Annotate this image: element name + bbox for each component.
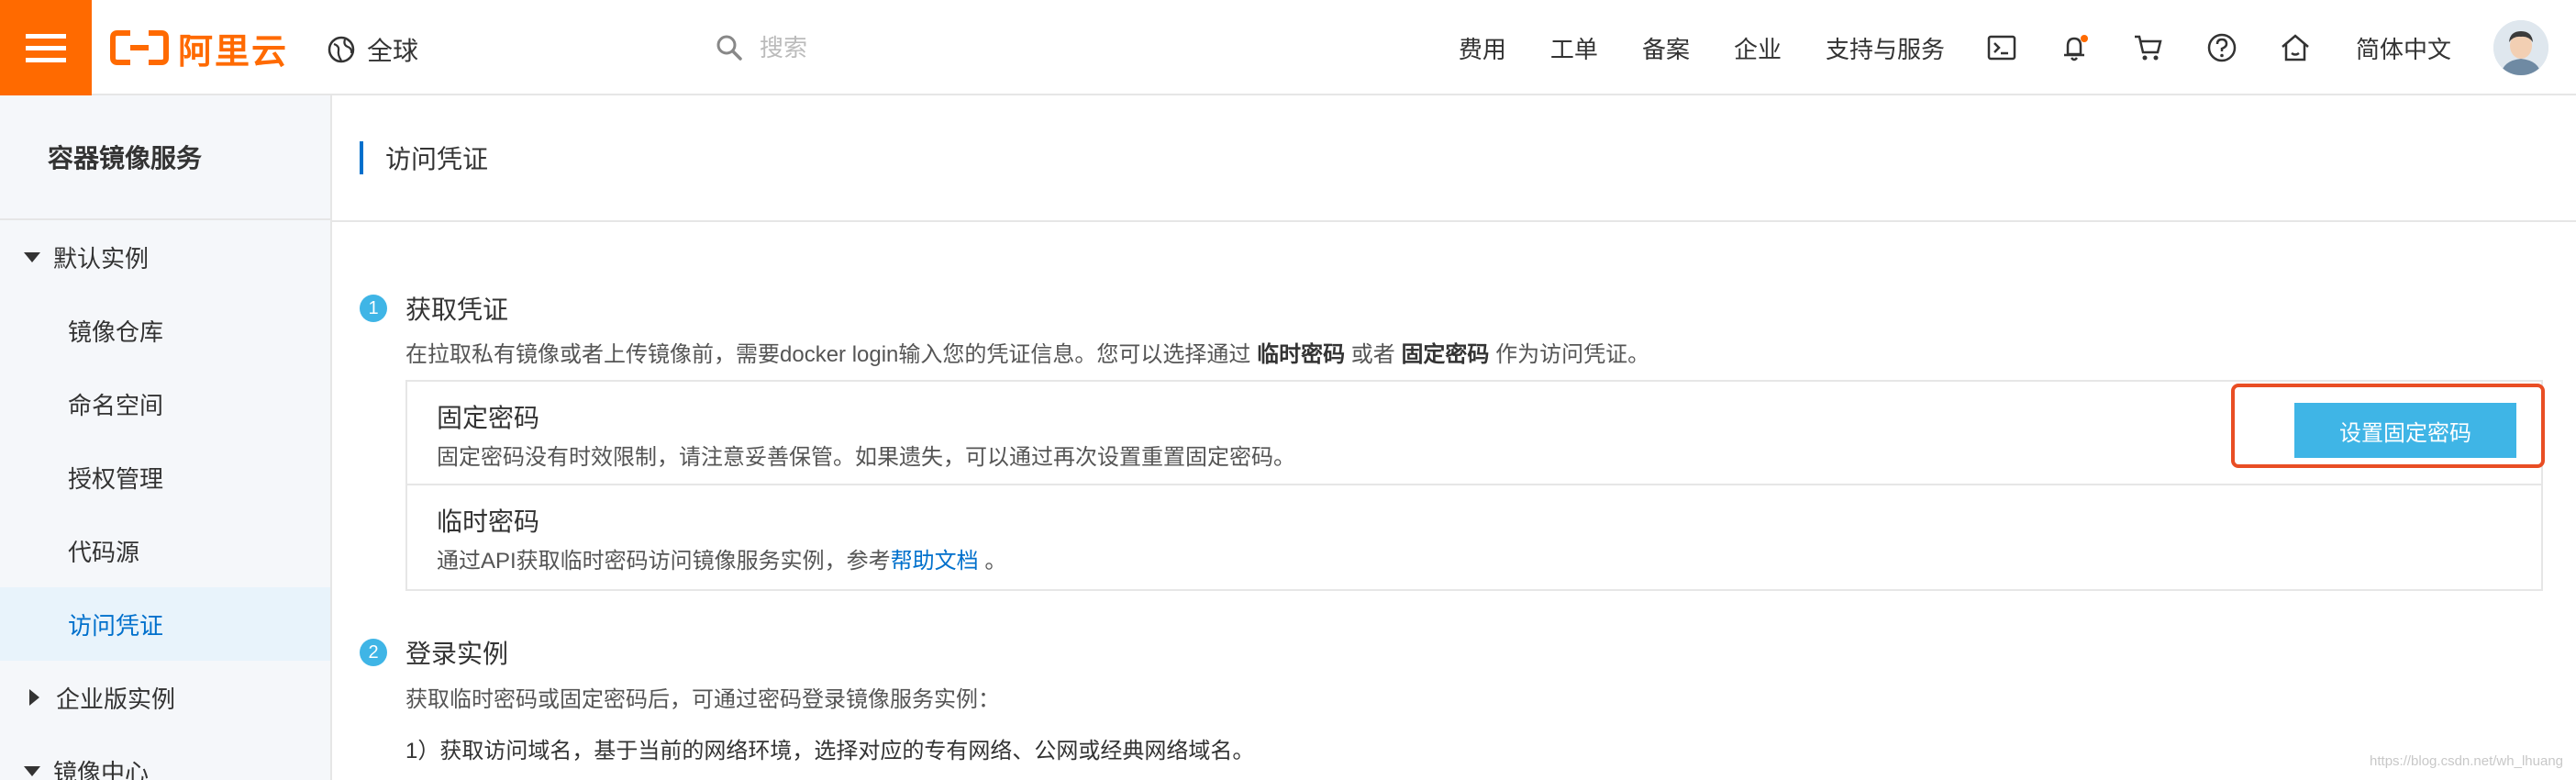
region-selector[interactable]: 全球 (327, 31, 418, 68)
sidebar-group-default-instance[interactable]: 默认实例 (0, 220, 330, 294)
nav-icp-filing[interactable]: 备案 (1642, 31, 1690, 65)
step-number-badge: 1 (360, 295, 387, 322)
top-bar: 阿里云 全球 费用 工单 备案 企业 支持与服务 (0, 0, 2576, 95)
step-1-description: 在拉取私有镜像或者上传镜像前，需要docker login输入您的凭证信息。您可… (405, 342, 1650, 367)
fixed-password-row: 固定密码 固定密码没有时效限制，请注意妥善保管。如果遗失，可以通过再次设置重置固… (407, 382, 2541, 485)
sidebar-item-namespaces[interactable]: 命名空间 (0, 367, 330, 440)
user-avatar[interactable] (2493, 20, 2548, 75)
step-title: 获取凭证 (405, 295, 509, 324)
search-input[interactable] (758, 32, 1220, 63)
help-doc-link[interactable]: 帮助文档 (891, 549, 979, 574)
aliyun-logo[interactable]: 阿里云 (110, 28, 288, 72)
step-number-badge: 2 (360, 639, 387, 666)
temp-password-row: 临时密码 通过API获取临时密码访问镜像服务实例，参考帮助文档 。 (407, 485, 2541, 589)
terminal-icon[interactable] (1985, 31, 2018, 64)
search-icon (716, 35, 742, 61)
sidebar-group-enterprise-instance[interactable]: 企业版实例 (0, 661, 330, 734)
home-icon[interactable] (2279, 31, 2312, 64)
hamburger-menu-button[interactable] (0, 0, 92, 95)
sidebar-item-repositories[interactable]: 镜像仓库 (0, 294, 330, 367)
bell-icon[interactable] (2059, 31, 2092, 64)
caret-right-icon (29, 689, 39, 706)
credentials-panel: 固定密码 固定密码没有时效限制，请注意妥善保管。如果遗失，可以通过再次设置重置固… (405, 380, 2543, 591)
temp-password-desc: 通过API获取临时密码访问镜像服务实例，参考帮助文档 。 (437, 549, 1007, 574)
watermark: https://blog.csdn.net/wh_lhuang (2370, 753, 2563, 769)
sidebar-item-code-source[interactable]: 代码源 (0, 514, 330, 587)
help-icon[interactable] (2205, 31, 2238, 64)
set-fixed-password-button[interactable]: 设置固定密码 (2294, 403, 2516, 458)
temp-password-title: 临时密码 (437, 507, 540, 536)
step-1-header: 1 获取凭证 (360, 290, 508, 327)
step-title: 登录实例 (405, 640, 509, 668)
sidebar-item-access-credentials[interactable]: 访问凭证 (0, 587, 330, 661)
caret-down-icon (24, 765, 40, 776)
step-2-item-1: 1）获取访问域名，基于当前的网络环境，选择对应的专有网络、公网或经典网络域名。 (405, 739, 1255, 763)
temp-password-keyword: 临时密码 (1257, 342, 1346, 367)
globe-icon (328, 36, 355, 63)
sidebar: 容器镜像服务 默认实例 镜像仓库 命名空间 授权管理 代码源 访问凭证 企业版实… (0, 95, 332, 780)
hamburger-icon (26, 34, 66, 62)
search-bar[interactable] (716, 28, 1266, 68)
sidebar-group-mirror-center[interactable]: 镜像中心 (0, 734, 330, 780)
fixed-password-keyword: 固定密码 (1401, 342, 1490, 367)
cart-icon[interactable] (2132, 31, 2165, 64)
nav-support[interactable]: 支持与服务 (1826, 31, 1945, 65)
sidebar-group-label: 默认实例 (53, 244, 150, 273)
nav-tickets[interactable]: 工单 (1550, 31, 1598, 65)
page-header: 访问凭证 (332, 95, 2576, 222)
step-2-header: 2 登录实例 (360, 634, 508, 671)
page-title: 访问凭证 (385, 145, 489, 173)
avatar-icon (2493, 20, 2548, 75)
sidebar-group-label: 企业版实例 (56, 685, 176, 713)
fixed-password-title: 固定密码 (437, 404, 540, 432)
nav-billing[interactable]: 费用 (1459, 31, 1506, 65)
region-label: 全球 (367, 37, 419, 65)
sidebar-title: 容器镜像服务 (0, 95, 330, 220)
logo-text: 阿里云 (178, 32, 289, 72)
aliyun-logo-icon (110, 30, 169, 65)
fixed-password-desc: 固定密码没有时效限制，请注意妥善保管。如果遗失，可以通过再次设置重置固定密码。 (437, 445, 1295, 470)
top-nav: 费用 工单 备案 企业 支持与服务 简体中文 (1459, 0, 2576, 95)
notification-dot (2080, 35, 2088, 42)
sidebar-item-authorization[interactable]: 授权管理 (0, 440, 330, 514)
step-2-description: 获取临时密码或固定密码后，可通过密码登录镜像服务实例： (405, 687, 1000, 712)
nav-enterprise[interactable]: 企业 (1734, 31, 1782, 65)
sidebar-group-label: 镜像中心 (53, 758, 150, 780)
main-content: 访问凭证 1 获取凭证 在拉取私有镜像或者上传镜像前，需要docker logi… (332, 95, 2576, 780)
language-selector[interactable]: 简体中文 (2356, 31, 2451, 65)
caret-down-icon (24, 251, 40, 262)
title-accent-bar (360, 141, 363, 174)
